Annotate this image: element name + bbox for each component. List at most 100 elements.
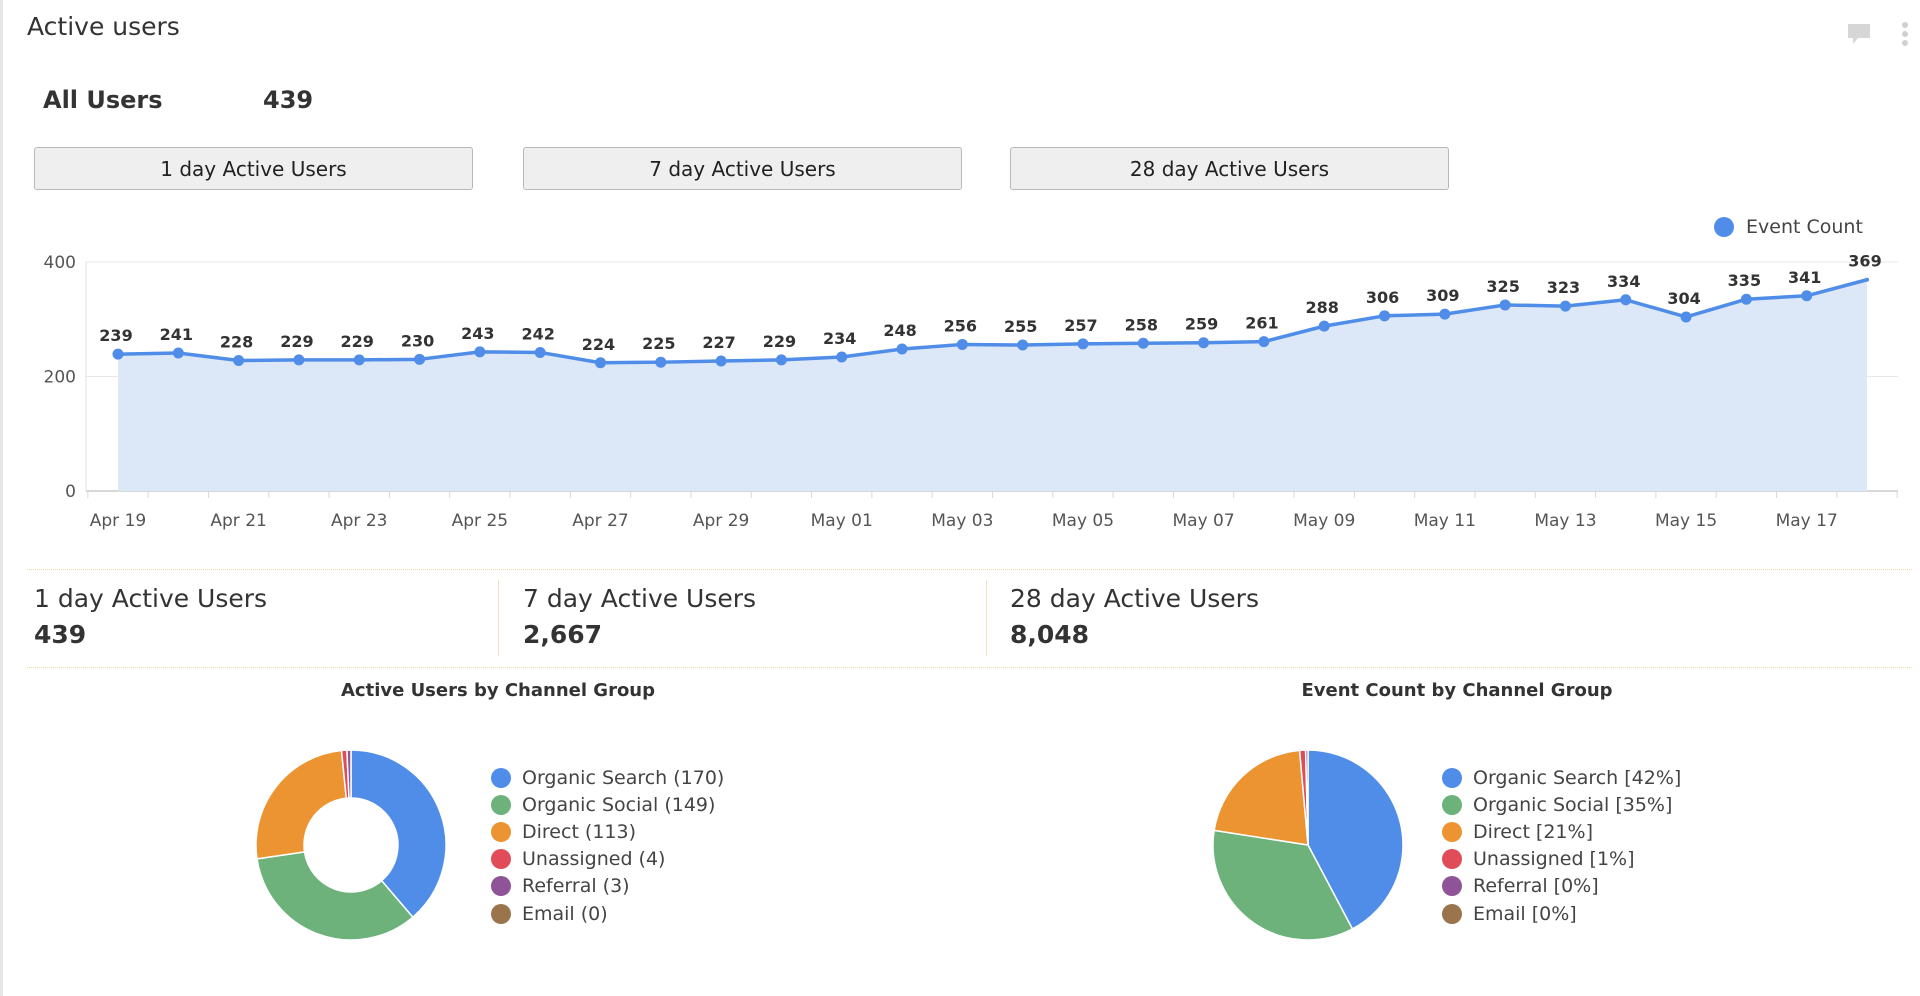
data-point[interactable] — [1017, 339, 1029, 351]
data-point[interactable] — [534, 346, 546, 358]
data-point[interactable] — [836, 351, 848, 363]
kebab-menu-icon[interactable] — [1898, 20, 1912, 50]
data-label: 256 — [944, 316, 977, 335]
data-point[interactable] — [956, 338, 968, 350]
x-tick-label: Apr 27 — [572, 511, 628, 531]
data-point[interactable] — [1740, 293, 1752, 305]
data-label: 257 — [1064, 316, 1097, 335]
line-chart-legend[interactable]: Event Count — [1714, 216, 1863, 238]
twenty-eight-day-active-users-button[interactable]: 28 day Active Users — [1010, 147, 1449, 190]
data-label: 304 — [1667, 289, 1700, 308]
data-point[interactable] — [1559, 300, 1571, 312]
divider-bottom — [27, 667, 1912, 668]
data-label: 225 — [642, 334, 675, 353]
legend-label: Organic Search [42%] — [1473, 766, 1682, 789]
legend-item-email[interactable]: Email (0) — [491, 900, 724, 927]
legend-label-event-count: Event Count — [1746, 216, 1863, 238]
slice-direct[interactable] — [1213, 749, 1309, 846]
event-count-line-chart: 0 200 400 239 241 228 229 229 230 243 242 224 225 227… — [44, 252, 1898, 531]
data-label: 309 — [1426, 286, 1459, 305]
comment-icon[interactable] — [1846, 21, 1872, 47]
slice-organic-social[interactable] — [256, 851, 414, 941]
stat-label-1-day: 1 day Active Users — [34, 584, 268, 613]
data-point[interactable] — [172, 347, 184, 359]
legend-label: Referral (3) — [522, 875, 630, 898]
data-label: 261 — [1245, 314, 1278, 333]
legend-item-referral[interactable]: Referral (3) — [491, 873, 724, 900]
data-point[interactable] — [1620, 294, 1632, 306]
data-point[interactable] — [414, 353, 426, 365]
data-label: 239 — [99, 326, 132, 345]
legend-item-unassigned[interactable]: Unassigned [1%] — [1442, 846, 1681, 873]
x-tick-label: Apr 23 — [331, 511, 387, 531]
legend-item-organic-search[interactable]: Organic Search [42%] — [1442, 764, 1681, 791]
legend-dot — [1442, 821, 1462, 842]
legend-dot — [491, 903, 511, 924]
data-label: 243 — [461, 324, 494, 343]
data-label: 234 — [823, 329, 856, 348]
data-label: 242 — [521, 324, 554, 343]
data-label: 255 — [1004, 317, 1037, 336]
y-tick-label: 400 — [44, 253, 76, 273]
slice-direct[interactable] — [255, 749, 348, 860]
legend-item-unassigned[interactable]: Unassigned (4) — [491, 846, 724, 873]
legend-label: Referral [0%] — [1473, 875, 1599, 898]
stat-separator — [498, 580, 499, 656]
data-point[interactable] — [715, 355, 727, 367]
data-point[interactable] — [655, 356, 667, 368]
legend-item-direct[interactable]: Direct [21%] — [1442, 818, 1681, 845]
widget-title: Active users — [27, 12, 180, 41]
x-tick-label: May 03 — [931, 511, 993, 531]
data-label: 224 — [582, 335, 615, 354]
legend-item-referral[interactable]: Referral [0%] — [1442, 873, 1681, 900]
data-point[interactable] — [353, 354, 365, 366]
data-point[interactable] — [594, 357, 606, 369]
data-point[interactable] — [1318, 320, 1330, 332]
data-point[interactable] — [1077, 338, 1089, 350]
data-point[interactable] — [112, 348, 124, 360]
pie-chart-title: Event Count by Channel Group — [1301, 680, 1613, 701]
data-label: 341 — [1788, 268, 1821, 287]
data-label: 229 — [341, 332, 374, 351]
stat-label-7-day: 7 day Active Users — [523, 584, 757, 613]
data-point[interactable] — [1499, 299, 1511, 311]
legend-item-direct[interactable]: Direct (113) — [491, 818, 724, 845]
x-tick-label: May 15 — [1655, 511, 1717, 531]
data-point[interactable] — [1865, 277, 1869, 282]
data-label: 259 — [1185, 315, 1218, 334]
legend-item-organic-search[interactable]: Organic Search (170) — [491, 764, 724, 791]
data-point[interactable] — [474, 346, 486, 358]
x-tick-label: May 07 — [1172, 511, 1234, 531]
data-point[interactable] — [1379, 310, 1391, 322]
data-label: 227 — [702, 333, 735, 352]
data-point[interactable] — [1680, 311, 1692, 323]
data-label: 334 — [1607, 272, 1640, 291]
legend-dot — [1442, 849, 1462, 870]
data-point[interactable] — [1439, 308, 1451, 320]
data-point[interactable] — [1198, 337, 1210, 349]
legend-dot — [1442, 767, 1462, 788]
legend-item-organic-social[interactable]: Organic Social [35%] — [1442, 791, 1681, 818]
x-tick-label: May 09 — [1293, 511, 1355, 531]
data-point[interactable] — [293, 354, 305, 366]
data-label: 306 — [1366, 288, 1399, 307]
stat-value-1-day: 439 — [34, 620, 87, 649]
area-fill — [118, 279, 1867, 491]
legend-label: Email (0) — [522, 902, 608, 925]
data-point[interactable] — [1801, 290, 1813, 302]
x-tick-label: May 11 — [1414, 511, 1476, 531]
data-point[interactable] — [1258, 336, 1270, 348]
one-day-active-users-button[interactable]: 1 day Active Users — [34, 147, 473, 190]
legend-item-email[interactable]: Email [0%] — [1442, 900, 1681, 927]
legend-label: Unassigned [1%] — [1473, 848, 1635, 871]
data-point[interactable] — [896, 343, 908, 355]
data-point[interactable] — [233, 354, 245, 366]
data-point[interactable] — [775, 354, 787, 366]
data-point[interactable] — [1137, 337, 1149, 349]
data-label: 323 — [1547, 278, 1580, 297]
legend-dot — [1442, 794, 1462, 815]
seven-day-active-users-button[interactable]: 7 day Active Users — [523, 147, 962, 190]
divider-top — [27, 569, 1912, 570]
legend-item-organic-social[interactable]: Organic Social (149) — [491, 791, 724, 818]
data-label: 258 — [1125, 315, 1158, 334]
